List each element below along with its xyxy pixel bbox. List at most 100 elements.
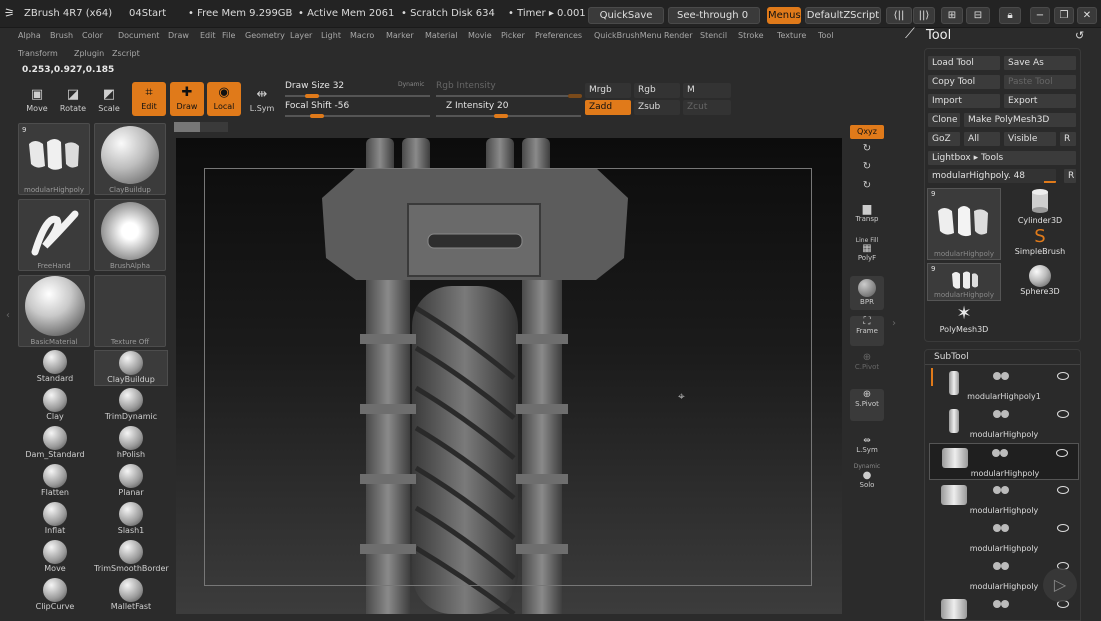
brush-thumb[interactable]: ClayBuildup: [94, 123, 166, 195]
goz-button[interactable]: GoZ: [927, 131, 961, 147]
transp-button[interactable]: ▆ Transp: [850, 202, 884, 232]
import-button[interactable]: Import: [927, 93, 1001, 109]
eye-icon[interactable]: [1057, 372, 1069, 380]
subtool-toggle-icon[interactable]: [1001, 524, 1009, 532]
rgb-button[interactable]: Rgb: [634, 83, 680, 98]
export-button[interactable]: Export: [1003, 93, 1077, 109]
lightbox-tools-button[interactable]: Lightbox ▸ Tools: [927, 150, 1077, 166]
menu-light[interactable]: Light: [321, 31, 341, 40]
menu-material[interactable]: Material: [425, 31, 458, 40]
right-tray-handle[interactable]: ›: [892, 318, 896, 329]
subtool-toggle-icon[interactable]: [1001, 486, 1009, 494]
play-icon[interactable]: ▷: [1043, 568, 1077, 602]
subtool-toggle-icon[interactable]: [1001, 600, 1009, 608]
rgb-intensity-track[interactable]: [436, 95, 581, 97]
menu-brush[interactable]: Brush: [50, 31, 73, 40]
brush-flatten[interactable]: Flatten: [18, 464, 92, 500]
menus-button[interactable]: Menus: [767, 7, 801, 24]
tool-item-cylinder[interactable]: Cylinder3D: [1003, 188, 1077, 226]
mrgb-button[interactable]: Mrgb: [585, 83, 631, 98]
current-tool-thumb[interactable]: 9 modularHighpoly: [18, 123, 90, 195]
rotate-z-icon[interactable]: ↻: [850, 161, 884, 172]
subtool-toggle-icon[interactable]: [993, 600, 1001, 608]
focal-shift-slider[interactable]: Focal Shift -56: [285, 101, 349, 111]
paste-tool-button[interactable]: Paste Tool: [1003, 74, 1077, 90]
quicksave-button[interactable]: QuickSave: [588, 7, 664, 24]
layout-right-icon[interactable]: ||⟩: [913, 7, 935, 24]
cpivot-button[interactable]: ⊕ C.Pivot: [850, 352, 884, 382]
clone-button[interactable]: Clone: [927, 112, 961, 128]
edit-button[interactable]: ⌗ Edit: [132, 82, 166, 116]
menu-quickbrushmenu[interactable]: QuickBrushMenu: [594, 31, 662, 40]
zcut-button[interactable]: Zcut: [683, 100, 731, 115]
subtool-toggle-icon[interactable]: [1001, 372, 1009, 380]
subtool-row[interactable]: modularHighpoly: [929, 405, 1079, 442]
menu-zscript[interactable]: Zscript: [112, 49, 140, 58]
menu-tool[interactable]: Tool: [818, 31, 834, 40]
xyz-symmetry-button[interactable]: Qxyz: [850, 125, 884, 139]
rotate-button[interactable]: ◪ Rotate: [56, 84, 90, 118]
canvas-viewport[interactable]: ⌖: [176, 138, 842, 614]
eye-icon[interactable]: [1057, 486, 1069, 494]
menu-document[interactable]: Document: [118, 31, 159, 40]
menu-movie[interactable]: Movie: [468, 31, 492, 40]
z-intensity-track[interactable]: [436, 115, 581, 117]
brush-standard[interactable]: Standard: [18, 350, 92, 386]
subtool-toggle-icon[interactable]: [993, 372, 1001, 380]
document-tab-strip[interactable]: [174, 122, 228, 132]
reset-icon[interactable]: ↺: [1075, 29, 1084, 42]
default-zscript-button[interactable]: DefaultZScript: [805, 7, 881, 24]
menu-macro[interactable]: Macro: [350, 31, 374, 40]
see-through-slider[interactable]: See-through 0: [668, 7, 760, 24]
minimize-icon[interactable]: −: [1030, 7, 1050, 24]
goz-r-button[interactable]: R: [1059, 131, 1077, 147]
draw-size-knob[interactable]: [305, 94, 319, 98]
layout-swap-icon[interactable]: ⊟: [966, 7, 990, 24]
lock-icon[interactable]: 🔒︎: [999, 7, 1021, 24]
alpha-thumb[interactable]: BrushAlpha: [94, 199, 166, 271]
local-button[interactable]: ◉ Local: [207, 82, 241, 116]
brush-planar[interactable]: Planar: [94, 464, 168, 500]
brush-slash1[interactable]: Slash1: [94, 502, 168, 538]
solo-button[interactable]: Dynamic ● Solo: [850, 463, 884, 497]
z-intensity-slider[interactable]: Z Intensity 20: [446, 101, 509, 111]
goz-visible-button[interactable]: Visible: [1003, 131, 1057, 147]
left-tray-handle[interactable]: ‹: [6, 310, 12, 330]
tool-item-modular-2[interactable]: 9 modularHighpoly: [927, 263, 1001, 301]
eye-icon[interactable]: [1057, 410, 1069, 418]
subtool-toggle-icon[interactable]: [1001, 562, 1009, 570]
subtool-toggle-icon[interactable]: [993, 524, 1001, 532]
layout-left-icon[interactable]: ⟨||: [886, 7, 912, 24]
menu-picker[interactable]: Picker: [501, 31, 525, 40]
polyf-button[interactable]: Line Fill ▦ PolyF: [850, 237, 884, 267]
menu-color[interactable]: Color: [82, 31, 103, 40]
draw-button[interactable]: ✚ Draw: [170, 82, 204, 116]
layout-grid-icon[interactable]: ⊞: [941, 7, 963, 24]
subtool-toggle-icon[interactable]: [992, 449, 1000, 457]
menu-stroke[interactable]: Stroke: [738, 31, 764, 40]
restore-icon[interactable]: ❐: [1054, 7, 1074, 24]
menu-draw[interactable]: Draw: [168, 31, 189, 40]
brush-trimdynamic[interactable]: TrimDynamic: [94, 388, 168, 424]
current-tool-knob[interactable]: [1044, 181, 1056, 183]
brush-malletfast[interactable]: MalletFast: [94, 578, 168, 614]
subtool-toggle-icon[interactable]: [1000, 449, 1008, 457]
menu-preferences[interactable]: Preferences: [535, 31, 582, 40]
brush-clay[interactable]: Clay: [18, 388, 92, 424]
menu-marker[interactable]: Marker: [386, 31, 414, 40]
menu-file[interactable]: File: [222, 31, 235, 40]
brush-dam_standard[interactable]: Dam_Standard: [18, 426, 92, 462]
save-as-button[interactable]: Save As: [1003, 55, 1077, 71]
draw-size-slider[interactable]: Draw Size 32: [285, 81, 344, 91]
zsub-button[interactable]: Zsub: [634, 100, 680, 115]
stroke-thumb[interactable]: FreeHand: [18, 199, 90, 271]
tool-item-simplebrush[interactable]: S SimpleBrush: [1003, 227, 1077, 263]
menu-zplugin[interactable]: Zplugin: [74, 49, 104, 58]
brush-trimsmoothborder[interactable]: TrimSmoothBorder: [94, 540, 169, 576]
spivot-button[interactable]: ⊕ S.Pivot: [850, 389, 884, 421]
goz-all-button[interactable]: All: [963, 131, 1001, 147]
dynamic-toggle[interactable]: Dynamic: [398, 81, 424, 88]
material-thumb[interactable]: BasicMaterial: [18, 275, 90, 347]
eye-icon[interactable]: [1057, 524, 1069, 532]
eye-icon[interactable]: [1056, 449, 1068, 457]
